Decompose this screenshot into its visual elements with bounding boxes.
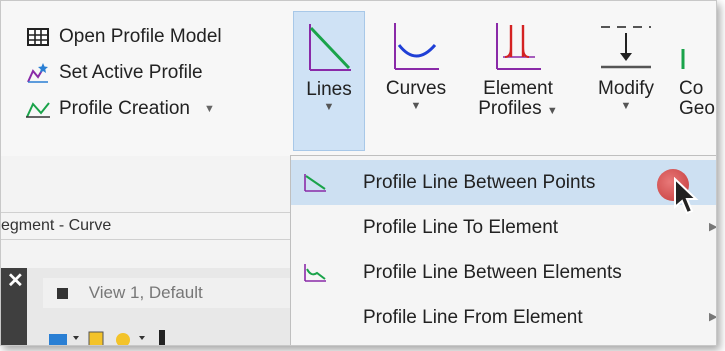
menu-item-label: Profile Line Between Points: [363, 172, 596, 193]
tool-tab-label: egment - Curve: [1, 217, 112, 234]
element-profiles-icon: [467, 11, 569, 73]
chevron-down-icon: ▼: [203, 103, 215, 115]
profile-model-group: Open Profile Model Set Active Profile Pr…: [25, 19, 290, 127]
dark-sidebar: ✕: [1, 268, 27, 345]
element-profiles-label-line1: Element: [483, 78, 553, 99]
view-window: ✕ View 1, Default: [1, 268, 293, 346]
menu-item-profile-line-from-element[interactable]: Profile Line From Element ▶: [291, 295, 717, 340]
view-tool-icons[interactable]: [43, 330, 293, 346]
lower-pane: egment - Curve ✕ View 1, Default: [1, 156, 293, 346]
tool-tab[interactable]: egment - Curve: [1, 212, 293, 240]
menu-item-profile-line-between-points[interactable]: Profile Line Between Points: [291, 160, 716, 205]
profile-creation-button[interactable]: Profile Creation ▼: [25, 91, 290, 127]
menu-item-profile-line-to-element[interactable]: Profile Line To Element ▶: [291, 205, 717, 250]
view-title-bar[interactable]: View 1, Default: [43, 278, 293, 308]
lines-icon: [294, 12, 364, 74]
menu-item-label: Profile Line Between Elements: [363, 262, 622, 283]
chevron-down-icon: ▼: [323, 101, 335, 113]
table-grid-icon: [25, 26, 51, 48]
line-between-points-icon: [303, 171, 327, 193]
menu-item-profile-line-between-elements[interactable]: Profile Line Between Elements: [291, 250, 716, 295]
modify-label: Modify: [598, 78, 654, 99]
element-profiles-label-line2: Profiles: [478, 98, 542, 119]
menu-item-label: Profile Line To Element: [363, 217, 559, 238]
open-profile-model-label: Open Profile Model: [59, 26, 222, 47]
modify-icon: [583, 11, 669, 73]
ribbon: Open Profile Model Set Active Profile Pr…: [1, 1, 716, 156]
lines-button[interactable]: Lines ▼: [293, 11, 365, 151]
complex-geometry-label-line1: Co: [679, 78, 704, 99]
chevron-down-icon: ▼: [410, 100, 422, 112]
modify-button[interactable]: Modify ▼: [583, 11, 669, 151]
complex-geometry-button[interactable]: Co Geo: [679, 11, 716, 151]
line-between-elements-icon: [303, 261, 327, 283]
view-title: View 1, Default: [88, 283, 203, 302]
complex-geometry-label-line2: Geo: [679, 98, 715, 119]
profile-star-icon: [25, 62, 51, 84]
submenu-arrow-icon: ▶: [709, 221, 717, 233]
submenu-arrow-icon: ▶: [709, 311, 717, 323]
lines-dropdown-menu: Profile Line Between Points Profile Line…: [290, 155, 717, 345]
profile-creation-label: Profile Creation: [59, 98, 190, 119]
element-profiles-button[interactable]: Element Profiles ▼: [467, 11, 569, 151]
chevron-down-icon: ▼: [546, 105, 558, 117]
open-profile-model-button[interactable]: Open Profile Model: [25, 19, 290, 55]
close-icon[interactable]: ✕: [7, 268, 24, 293]
view-window-icon: [57, 288, 68, 300]
mouse-cursor-icon: [674, 177, 699, 215]
app-frame: Open Profile Model Set Active Profile Pr…: [0, 0, 717, 346]
chevron-down-icon: ▼: [620, 100, 632, 112]
menu-item-label: Profile Line From Element: [363, 307, 583, 328]
profile-creation-icon: [25, 98, 51, 120]
curves-button[interactable]: Curves ▼: [373, 11, 459, 151]
set-active-profile-button[interactable]: Set Active Profile: [25, 55, 290, 91]
complex-geometry-icon: [679, 11, 716, 73]
view-toolbar: [43, 330, 293, 346]
lines-label: Lines: [306, 79, 352, 100]
curves-label: Curves: [385, 78, 447, 99]
set-active-profile-label: Set Active Profile: [59, 62, 203, 83]
curves-icon: [373, 11, 459, 73]
